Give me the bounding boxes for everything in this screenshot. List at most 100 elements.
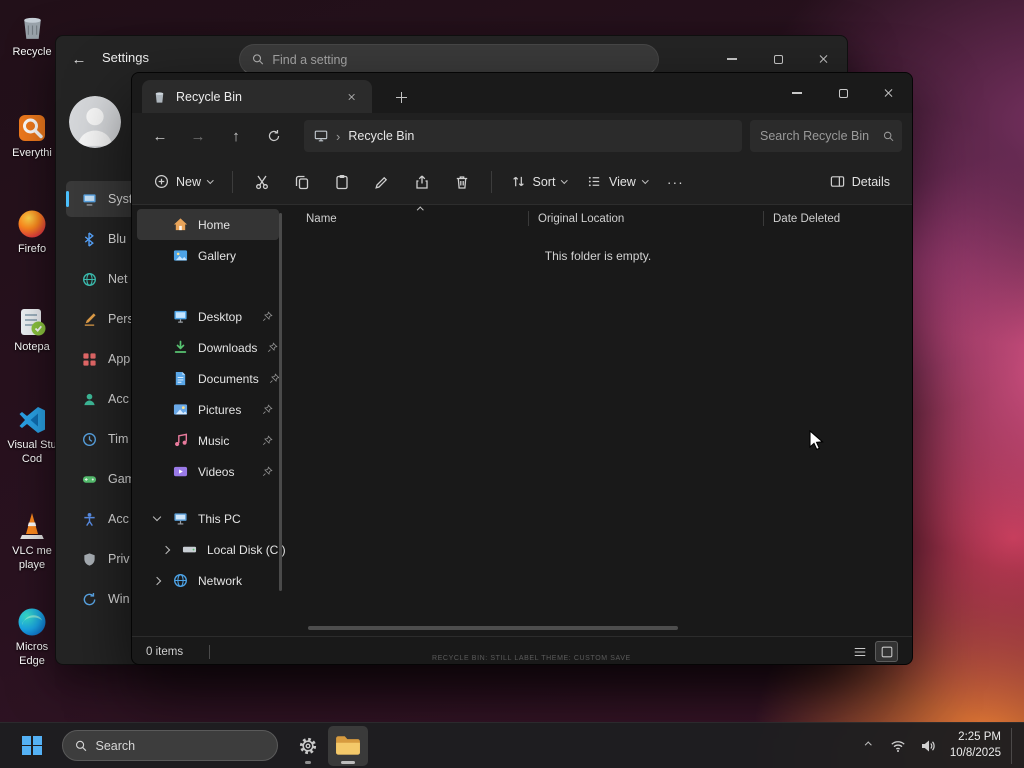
nav-label: Acc — [108, 392, 129, 406]
this-pc-icon — [174, 513, 187, 525]
chevron-right-icon[interactable] — [152, 576, 162, 585]
explorer-navbar: ← → ↑ › Recycle Bin — [132, 113, 912, 159]
sidebar-item-music[interactable]: Music — [137, 425, 279, 456]
details-pane-button[interactable]: Details — [820, 165, 900, 199]
column-header-original-location[interactable]: Original Location — [529, 213, 763, 225]
sidebar-label: Gallery — [198, 248, 237, 263]
search-icon — [253, 54, 264, 65]
tray-network-button[interactable] — [884, 728, 912, 764]
paste-button[interactable] — [322, 165, 362, 199]
clock-time: 2:25 PM — [958, 730, 1001, 743]
cut-button[interactable] — [242, 165, 282, 199]
sidebar-item-documents[interactable]: Documents — [137, 363, 280, 394]
sidebar-item-network[interactable]: Network — [137, 565, 279, 596]
taskbar-clock[interactable]: 2:25 PM 10/8/2025 — [950, 730, 1001, 761]
view-label: View — [608, 174, 636, 189]
desktop-icon-notepad-plus-plus[interactable]: Notepa — [2, 306, 62, 355]
column-header-name[interactable]: Name — [306, 213, 528, 225]
explorer-titlebar[interactable]: Recycle Bin — [132, 73, 912, 113]
sidebar-item-downloads[interactable]: Downloads — [137, 332, 279, 363]
sidebar-label: Videos — [198, 464, 235, 479]
desktop-icon-label: Visual Stu Cod — [7, 439, 57, 465]
explorer-minimize-button[interactable] — [774, 73, 820, 113]
tab-close-button[interactable] — [342, 87, 362, 107]
desktop-icon-vlc-media-player[interactable]: VLC me playe — [2, 510, 62, 573]
windows-logo-icon — [22, 735, 42, 756]
desktop-folder-icon — [174, 310, 187, 323]
delete-trash-icon — [456, 175, 467, 189]
view-button[interactable]: View — [577, 165, 657, 199]
delete-button[interactable] — [442, 165, 482, 199]
explorer-search-input[interactable] — [760, 129, 879, 143]
nav-label: Net — [108, 272, 128, 286]
taskbar-file-explorer-button[interactable] — [328, 725, 368, 766]
pin-icon — [262, 404, 273, 415]
chevron-down-icon[interactable] — [152, 512, 162, 522]
sort-button[interactable]: Sort — [501, 165, 577, 199]
large-thumbnails-view-button[interactable] — [875, 641, 898, 662]
windows-update-icon — [83, 592, 96, 605]
chevron-right-icon[interactable] — [161, 545, 171, 554]
column-header-date-deleted[interactable]: Date Deleted — [764, 213, 912, 225]
new-button[interactable]: New — [144, 165, 223, 199]
sidebar-item-desktop[interactable]: Desktop — [137, 301, 279, 332]
sidebar-item-gallery[interactable]: Gallery — [137, 240, 279, 271]
horizontal-scrollbar[interactable] — [308, 626, 678, 630]
desktop-icon-recycle-bin[interactable]: Recycle — [2, 10, 62, 60]
sidebar-item-this-pc[interactable]: This PC — [137, 503, 279, 534]
explorer-maximize-button[interactable] — [820, 73, 866, 113]
chevron-up-icon — [864, 742, 872, 749]
explorer-close-button[interactable] — [866, 73, 912, 113]
tray-show-hidden-icons-button[interactable] — [854, 728, 882, 764]
up-button[interactable]: ↑ — [218, 120, 254, 152]
taskbar-search-box[interactable] — [62, 730, 278, 761]
back-button[interactable]: ← — [142, 120, 178, 152]
settings-back-button[interactable]: ← — [64, 45, 94, 73]
sidebar-item-videos[interactable]: Videos — [137, 456, 279, 487]
breadcrumb-path[interactable]: Recycle Bin — [348, 129, 414, 143]
refresh-button[interactable] — [256, 120, 292, 152]
sidebar-label: Documents — [198, 371, 259, 386]
explorer-toolbar: New Sort View ··· Details — [132, 159, 912, 205]
sidebar-item-home[interactable]: Home — [137, 209, 279, 240]
details-view-button[interactable] — [848, 641, 871, 662]
forward-button[interactable]: → — [180, 120, 216, 152]
local-disk-icon — [182, 546, 197, 553]
new-tab-button[interactable] — [388, 85, 414, 109]
desktop-icon-label: VLC me playe — [12, 545, 52, 571]
desktop-icon-firefox[interactable]: Firefo — [2, 208, 62, 257]
cut-icon — [255, 175, 268, 189]
refresh-icon — [268, 130, 280, 142]
settings-search-box[interactable] — [239, 44, 659, 75]
new-plus-icon — [154, 174, 169, 189]
desktop-icon-visual-studio-code[interactable]: Visual Stu Cod — [2, 404, 62, 467]
more-options-button[interactable]: ··· — [657, 174, 693, 190]
chevron-down-icon — [641, 176, 649, 184]
settings-search-input[interactable] — [272, 52, 646, 67]
tray-volume-button[interactable] — [914, 728, 942, 764]
wallpaper-watermark: RECYCLE BIN: STILL LABEL THEME: CUSTOM S… — [432, 655, 631, 662]
rename-button[interactable] — [362, 165, 402, 199]
explorer-search-box[interactable] — [750, 120, 902, 152]
sidebar-item-local-disk-c[interactable]: Local Disk (C:) — [137, 534, 286, 565]
start-button[interactable] — [12, 726, 52, 766]
sidebar-label: Network — [198, 573, 243, 588]
apps-icon — [83, 352, 96, 366]
sidebar-item-pictures[interactable]: Pictures — [137, 394, 279, 425]
taskbar-search-input[interactable] — [95, 738, 265, 753]
copy-button[interactable] — [282, 165, 322, 199]
desktop-icon-everything[interactable]: Everythi — [2, 112, 62, 161]
taskbar-settings-button[interactable] — [288, 726, 328, 766]
show-desktop-button[interactable] — [1011, 727, 1016, 764]
share-button[interactable] — [402, 165, 442, 199]
address-bar[interactable]: › Recycle Bin — [304, 120, 742, 152]
desktop-icon-label: Notepa — [14, 341, 50, 353]
sidebar-scrollbar[interactable] — [279, 213, 282, 591]
taskbar: 2:25 PM 10/8/2025 — [0, 722, 1024, 768]
user-avatar[interactable] — [69, 96, 121, 148]
explorer-tab-recycle-bin[interactable]: Recycle Bin — [142, 80, 372, 113]
chevron-down-icon — [561, 176, 568, 184]
desktop-icon-microsoft-edge[interactable]: Micros Edge — [2, 606, 62, 669]
explorer-file-area[interactable]: Name Original Location Date Deleted This… — [284, 205, 912, 636]
pin-icon — [268, 342, 278, 353]
